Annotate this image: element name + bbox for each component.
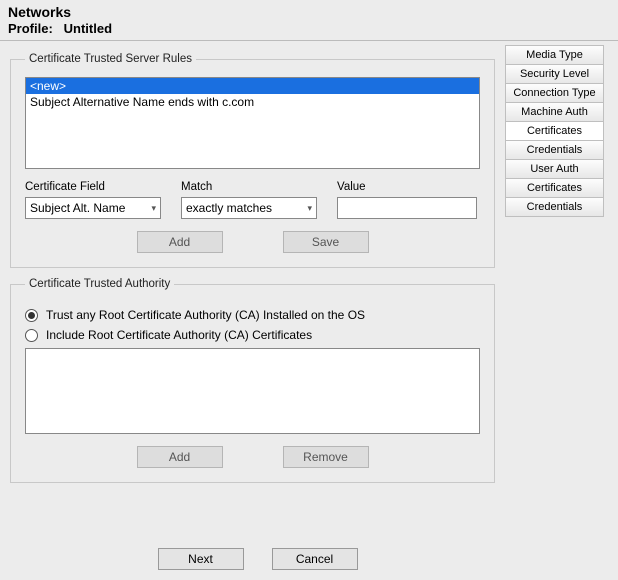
- rules-listbox[interactable]: <new> Subject Alternative Name ends with…: [25, 77, 480, 169]
- authority-listbox[interactable]: [25, 348, 480, 434]
- authority-add-button[interactable]: Add: [137, 446, 223, 468]
- tab-certificates[interactable]: Certificates: [505, 121, 604, 141]
- match-select[interactable]: exactly matches ▾: [181, 197, 317, 219]
- cert-field-label: Certificate Field: [25, 181, 161, 193]
- value-label: Value: [337, 181, 477, 193]
- cancel-button[interactable]: Cancel: [272, 548, 358, 570]
- rules-save-button[interactable]: Save: [283, 231, 369, 253]
- radio-trust-label: Trust any Root Certificate Authority (CA…: [46, 308, 365, 322]
- profile-line: Profile: Untitled: [8, 21, 610, 36]
- tab-credentials-2[interactable]: Credentials: [505, 197, 604, 217]
- tab-certificates-2[interactable]: Certificates: [505, 178, 604, 198]
- tab-user-auth[interactable]: User Auth: [505, 159, 604, 179]
- chevron-down-icon: ▾: [307, 203, 312, 214]
- side-tabs: Media Type Security Level Connection Typ…: [505, 41, 610, 216]
- radio-icon: [25, 329, 38, 342]
- next-button[interactable]: Next: [158, 548, 244, 570]
- rules-legend: Certificate Trusted Server Rules: [25, 53, 196, 65]
- chevron-down-icon: ▾: [151, 203, 156, 214]
- match-label: Match: [181, 181, 317, 193]
- radio-icon: [25, 309, 38, 322]
- list-item[interactable]: Subject Alternative Name ends with c.com: [26, 94, 479, 110]
- list-item[interactable]: <new>: [26, 78, 479, 94]
- value-input-wrap[interactable]: [337, 197, 477, 219]
- radio-include-ca[interactable]: Include Root Certificate Authority (CA) …: [25, 328, 480, 342]
- value-input[interactable]: [342, 200, 472, 216]
- footer: Next Cancel: [0, 548, 505, 570]
- authority-group: Certificate Trusted Authority Trust any …: [10, 278, 495, 483]
- radio-trust-os[interactable]: Trust any Root Certificate Authority (CA…: [25, 308, 480, 322]
- tab-machine-auth[interactable]: Machine Auth: [505, 102, 604, 122]
- profile-name: Untitled: [64, 21, 112, 36]
- cert-field-select[interactable]: Subject Alt. Name ▾: [25, 197, 161, 219]
- tab-credentials[interactable]: Credentials: [505, 140, 604, 160]
- page-title: Networks: [8, 4, 610, 20]
- tab-media-type[interactable]: Media Type: [505, 45, 604, 65]
- rules-group: Certificate Trusted Server Rules <new> S…: [10, 53, 495, 268]
- header: Networks Profile: Untitled: [0, 0, 618, 38]
- authority-legend: Certificate Trusted Authority: [25, 278, 174, 290]
- authority-remove-button[interactable]: Remove: [283, 446, 369, 468]
- tab-security-level[interactable]: Security Level: [505, 64, 604, 84]
- rules-add-button[interactable]: Add: [137, 231, 223, 253]
- radio-include-label: Include Root Certificate Authority (CA) …: [46, 328, 312, 342]
- match-value: exactly matches: [186, 201, 272, 215]
- profile-label: Profile:: [8, 21, 53, 36]
- cert-field-value: Subject Alt. Name: [30, 201, 125, 215]
- tab-connection-type[interactable]: Connection Type: [505, 83, 604, 103]
